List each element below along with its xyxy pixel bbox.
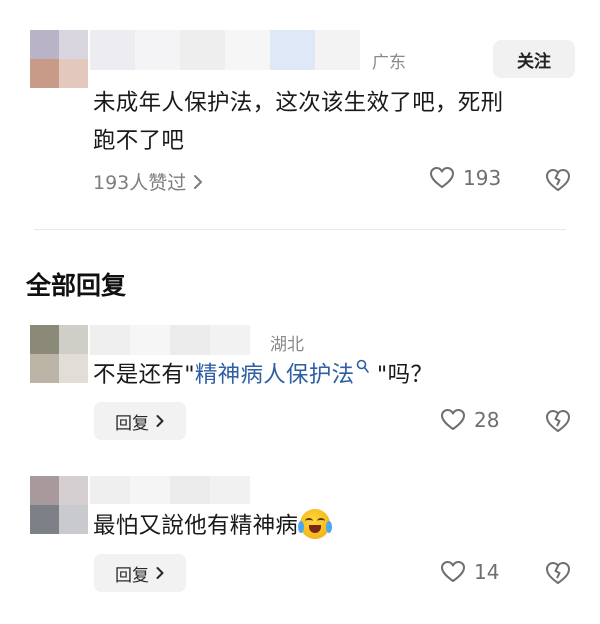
comment-text: 未成年人保护法，这次该生效了吧，死刑 跑不了吧 [93, 84, 583, 160]
reply-like-button[interactable]: 28 [440, 408, 499, 432]
likes-summary-link[interactable]: 193人赞过 [93, 168, 204, 195]
reply-button-label: 回复 [115, 413, 149, 434]
reply-username-blurred[interactable] [90, 325, 250, 355]
broken-heart-icon[interactable] [544, 560, 572, 586]
comment-text-line2: 跑不了吧 [93, 128, 185, 154]
like-count: 193 [463, 166, 502, 190]
reply-like-button[interactable]: 14 [440, 560, 499, 584]
reply-button[interactable]: 回复 [94, 402, 186, 440]
reply-text-before: 不是还有" [93, 362, 195, 388]
reply-text: 最怕又說他有精神病 [93, 507, 333, 545]
likes-summary-text: 193人赞过 [93, 172, 187, 194]
section-divider [34, 229, 566, 230]
follow-button[interactable]: 关注 [493, 40, 575, 78]
reply-username-blurred[interactable] [90, 476, 250, 504]
replies-section-title: 全部回复 [26, 271, 127, 300]
comment-text-line1: 未成年人保护法，这次该生效了吧，死刑 [93, 90, 504, 116]
broken-heart-icon[interactable] [544, 408, 572, 434]
broken-heart-icon[interactable] [544, 167, 572, 193]
reply-like-count: 28 [474, 408, 500, 432]
search-icon [357, 359, 370, 373]
reply-text-after: "吗？ [369, 362, 434, 388]
reply-text: 不是还有"精神病人保护法 "吗？ [93, 356, 433, 394]
like-button[interactable]: 193 [429, 166, 501, 190]
reply-location: 湖北 [270, 335, 304, 355]
heart-outline-icon [430, 167, 454, 188]
heart-outline-icon [441, 561, 465, 582]
heart-outline-icon [441, 409, 465, 430]
username-blurred[interactable] [90, 30, 360, 70]
reply-avatar[interactable] [30, 476, 88, 534]
reply-button[interactable]: 回复 [94, 554, 186, 592]
crying-laughing-face-icon [298, 509, 333, 539]
reply-button-label: 回复 [115, 565, 149, 586]
avatar[interactable] [30, 30, 88, 88]
chevron-right-icon [194, 174, 203, 189]
reply-avatar[interactable] [30, 325, 88, 383]
chevron-right-icon [156, 415, 164, 427]
search-link-text: 精神病人保护法 [194, 362, 355, 388]
reply-like-count: 14 [474, 560, 500, 584]
chevron-right-icon [156, 567, 164, 579]
reply-text-content: 最怕又說他有精神病 [93, 513, 299, 539]
comment-location: 广东 [372, 53, 406, 73]
search-link[interactable]: 精神病人保护法 [194, 359, 370, 388]
